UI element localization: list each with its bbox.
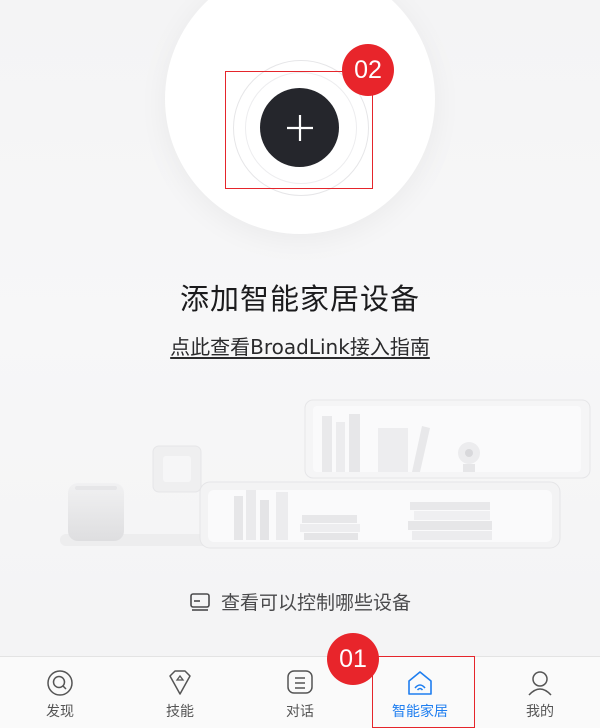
- skills-icon: [169, 670, 191, 695]
- supported-devices-link[interactable]: 查看可以控制哪些设备: [0, 588, 600, 615]
- step-highlight-01: [372, 656, 475, 728]
- page-title: 添加智能家居设备: [179, 282, 420, 316]
- tab-profile[interactable]: 我的: [480, 657, 600, 728]
- tab-label: 发现: [46, 704, 74, 720]
- tab-label: 技能: [166, 704, 194, 720]
- step-badge-01: 01: [327, 633, 379, 685]
- supported-devices-label: 查看可以控制哪些设备: [220, 592, 411, 614]
- step-badge-02: 02: [342, 44, 394, 96]
- tab-discover[interactable]: 发现: [0, 657, 120, 728]
- discover-icon: [47, 670, 73, 696]
- bottom-tab-bar: 发现 技能 对话 智能家居 我的: [0, 656, 600, 728]
- broadlink-guide-link[interactable]: 点此查看BroadLink接入指南: [170, 335, 430, 359]
- guide-link-row: 点此查看BroadLink接入指南: [0, 331, 600, 360]
- tab-label: 对话: [286, 704, 314, 720]
- device-list-icon: [190, 592, 210, 611]
- chat-icon: [287, 670, 313, 694]
- room-illustration: [60, 399, 591, 549]
- tab-skills[interactable]: 技能: [120, 657, 240, 728]
- tab-label: 我的: [526, 704, 554, 720]
- profile-icon: [528, 671, 552, 696]
